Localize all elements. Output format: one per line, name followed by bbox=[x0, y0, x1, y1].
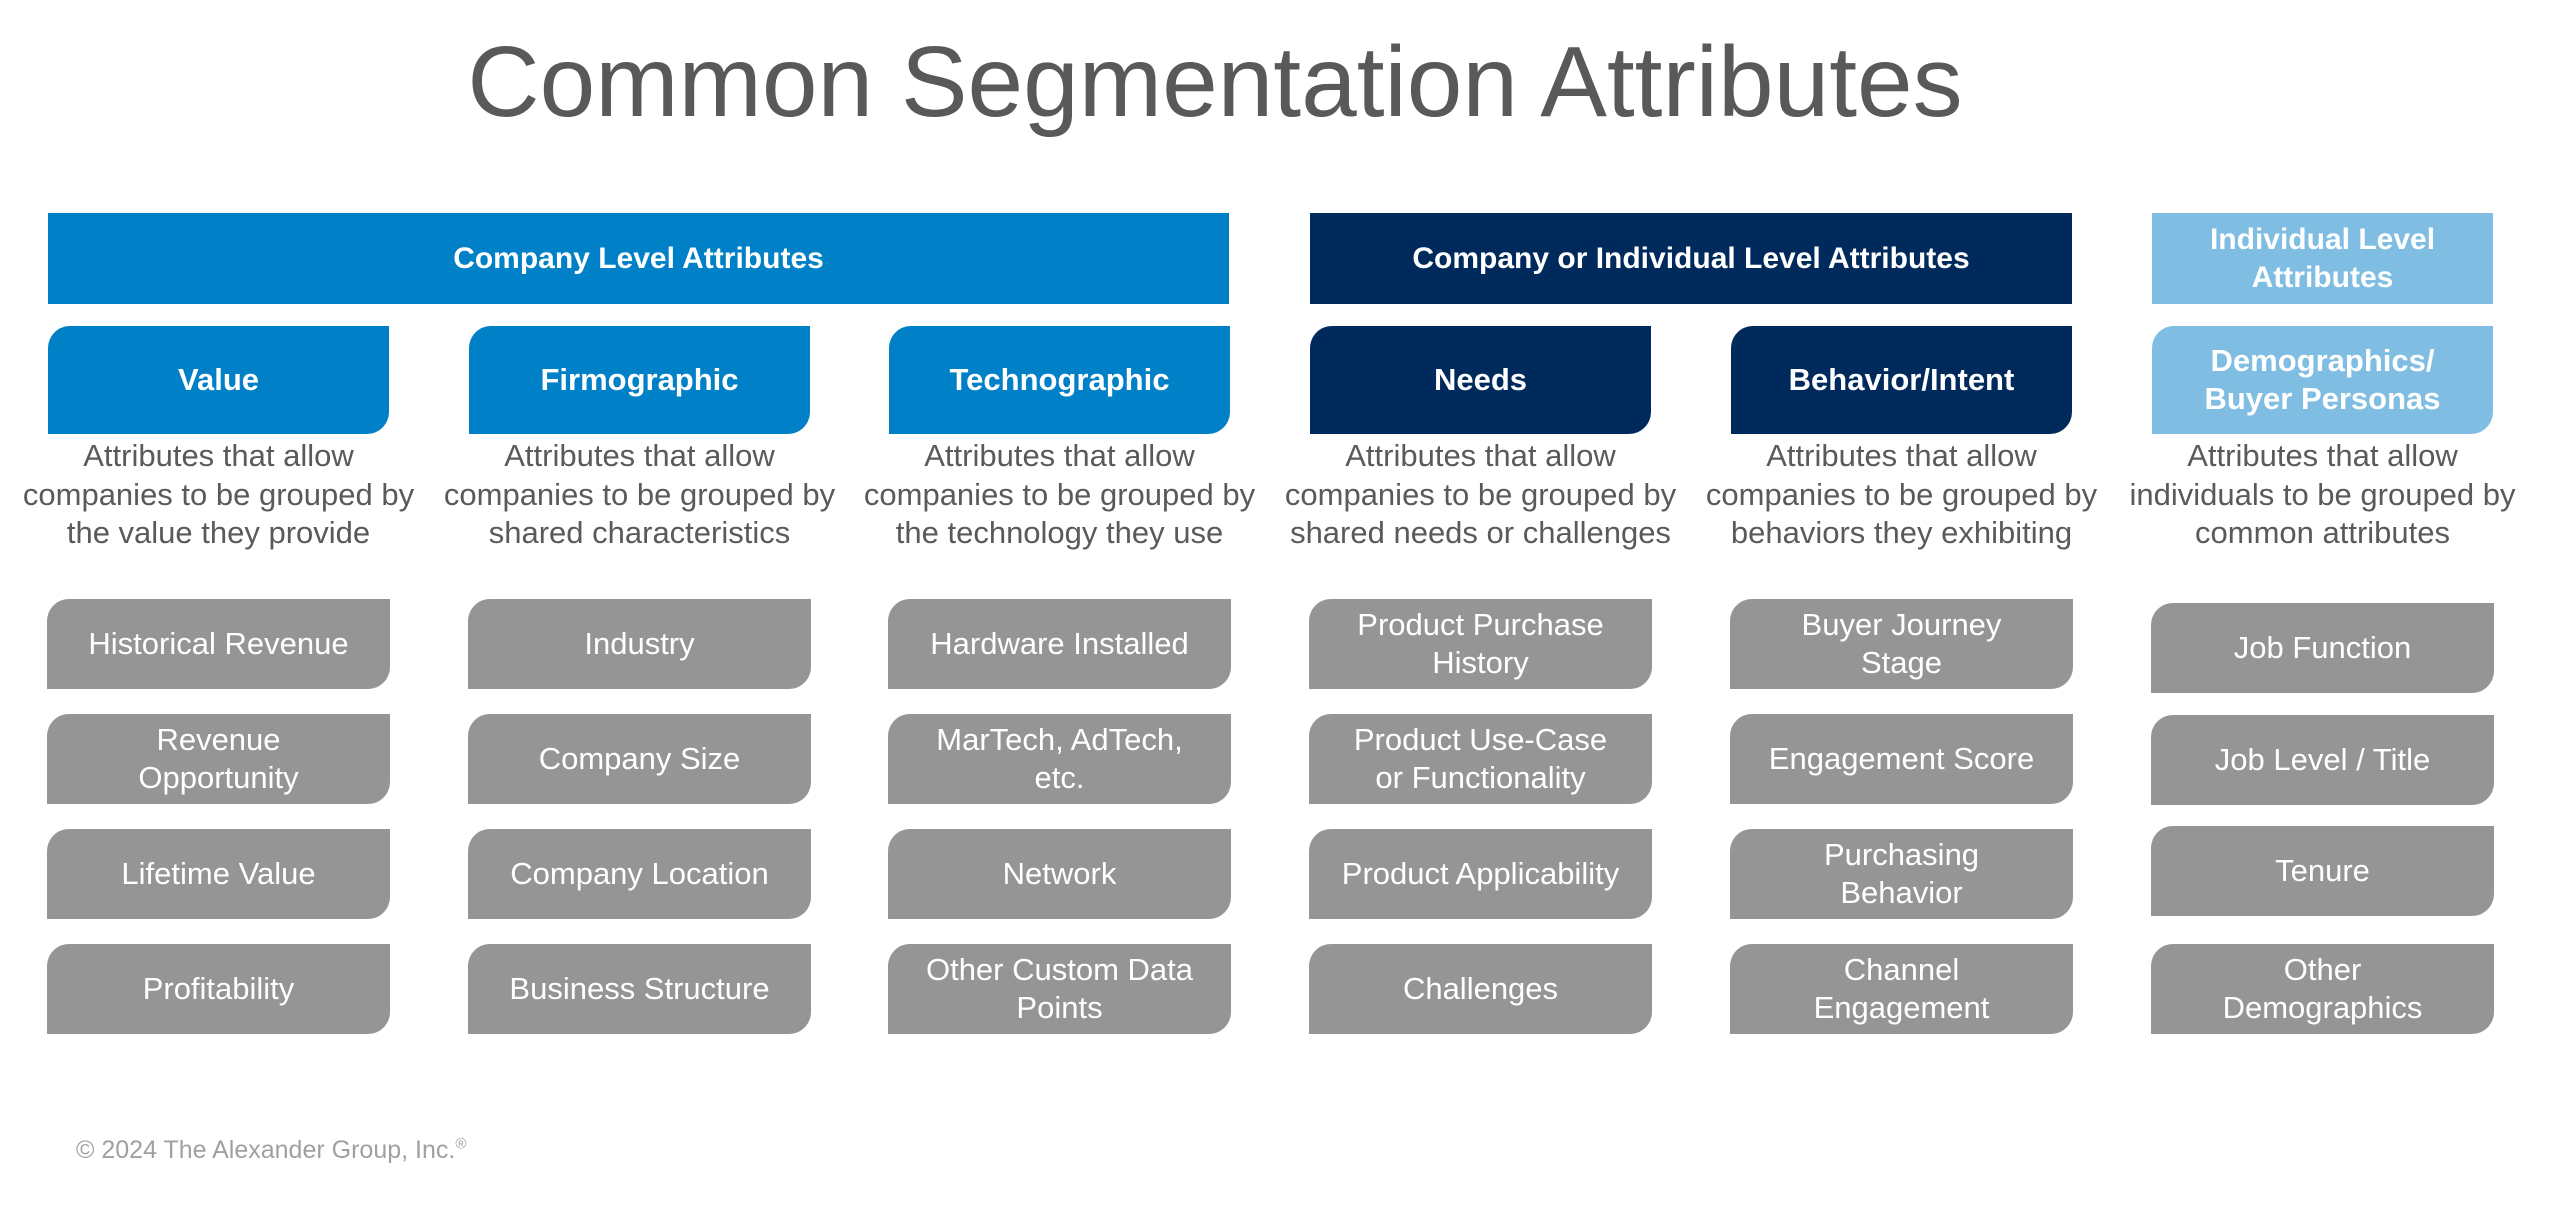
column-header-label: Needs bbox=[1433, 362, 1528, 397]
column-value: Value Attributes that allow companies to… bbox=[23, 326, 414, 1034]
column-description: Attributes that allow companies to be gr… bbox=[22, 438, 415, 550]
column-header: Behavior/Intent bbox=[1731, 326, 2072, 434]
page-title: Common Segmentation Attributes bbox=[467, 26, 1963, 138]
column-description: Attributes that allow companies to be gr… bbox=[1284, 438, 1677, 550]
column-header-label: Value bbox=[178, 362, 259, 397]
attribute-box: Profitability bbox=[47, 944, 390, 1034]
column-demographics: Demographics/ Buyer Personas Attributes … bbox=[2129, 326, 2516, 1034]
band-company-or-individual-level: Company or Individual Level Attributes bbox=[1310, 213, 2072, 304]
column-header: Firmographic bbox=[469, 326, 810, 434]
copyright-text: © 2024 The Alexander Group, Inc. bbox=[76, 1136, 456, 1164]
column-header: Technographic bbox=[889, 326, 1230, 434]
attribute-box: Channel Engagement bbox=[1730, 944, 2073, 1034]
attribute-box: Engagement Score bbox=[1730, 714, 2073, 804]
column-technographic: Technographic Attributes that allow comp… bbox=[864, 326, 1255, 1034]
attribute-box: Company Location bbox=[468, 829, 811, 919]
attribute-box: Lifetime Value bbox=[47, 829, 390, 919]
attribute-box: Buyer Journey Stage bbox=[1730, 599, 2073, 689]
column-description: Attributes that allow companies to be gr… bbox=[443, 438, 836, 550]
attribute-box: Product Applicability bbox=[1309, 829, 1652, 919]
attribute-box: Industry bbox=[468, 599, 811, 689]
attribute-box: Hardware Installed bbox=[888, 599, 1231, 689]
attribute-box: Product Use-Case or Functionality bbox=[1309, 714, 1652, 804]
band-individual-level: Individual Level Attributes bbox=[2152, 213, 2493, 304]
column-header-label: Firmographic bbox=[540, 362, 739, 397]
column-firmographic: Firmographic Attributes that allow compa… bbox=[444, 326, 835, 1034]
band-label: Company Level Attributes bbox=[453, 241, 824, 275]
attribute-box: Other Custom Data Points bbox=[888, 944, 1231, 1034]
attribute-box: Business Structure bbox=[468, 944, 811, 1034]
copyright-footer: © 2024 The Alexander Group, Inc.® bbox=[76, 1136, 466, 1165]
column-header: Demographics/ Buyer Personas bbox=[2152, 326, 2493, 434]
column-header-label: Behavior/Intent bbox=[1788, 362, 2015, 397]
attribute-box: Company Size bbox=[468, 714, 811, 804]
column-behavior-intent: Behavior/Intent Attributes that allow co… bbox=[1706, 326, 2097, 1034]
attribute-box: Job Function bbox=[2151, 603, 2494, 693]
column-header-label: Technographic bbox=[949, 362, 1170, 397]
registered-mark: ® bbox=[455, 1135, 467, 1153]
column-header: Value bbox=[48, 326, 389, 434]
column-needs: Needs Attributes that allow companies to… bbox=[1285, 326, 1676, 1034]
attribute-box: Purchasing Behavior bbox=[1730, 829, 2073, 919]
attribute-box: Tenure bbox=[2151, 826, 2494, 916]
attribute-box: Product Purchase History bbox=[1309, 599, 1652, 689]
column-description: Attributes that allow companies to be gr… bbox=[863, 438, 1256, 550]
attribute-box: MarTech, AdTech, etc. bbox=[888, 714, 1231, 804]
column-description: Attributes that allow companies to be gr… bbox=[1705, 438, 2098, 550]
attribute-box: Historical Revenue bbox=[47, 599, 390, 689]
column-header-label: Demographics/ Buyer Personas bbox=[2204, 343, 2441, 416]
band-company-level: Company Level Attributes bbox=[48, 213, 1229, 304]
band-label: Company or Individual Level Attributes bbox=[1412, 241, 1970, 275]
attribute-box: Job Level / Title bbox=[2151, 715, 2494, 805]
attribute-box: Revenue Opportunity bbox=[47, 714, 390, 804]
attribute-box: Network bbox=[888, 829, 1231, 919]
attribute-box: Other Demographics bbox=[2151, 944, 2494, 1034]
column-description: Attributes that allow individuals to be … bbox=[2129, 438, 2516, 550]
band-label: Individual Level Attributes bbox=[2209, 222, 2436, 294]
column-header: Needs bbox=[1310, 326, 1651, 434]
attribute-box: Challenges bbox=[1309, 944, 1652, 1034]
